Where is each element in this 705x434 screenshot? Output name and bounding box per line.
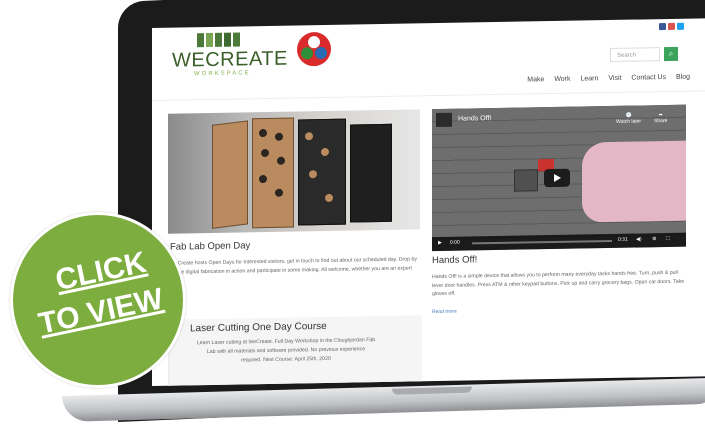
course-text: Learn Laser cutting at WeCreate. Full Da…: [196, 337, 376, 364]
social-icons: [657, 18, 684, 35]
nav-learn[interactable]: Learn: [580, 75, 598, 82]
time-total: 0:31: [618, 236, 628, 243]
search-button[interactable]: ⌕: [664, 46, 678, 62]
course-card: Laser Cutting One Day Course Learn Laser…: [168, 315, 422, 387]
site-header: WECREATE WORKSPACE Search ⌕ Make Work Le…: [152, 18, 705, 101]
fablab-logo: [297, 32, 331, 67]
googleplus-icon[interactable]: [668, 22, 675, 30]
site-logo-subtitle: WORKSPACE: [194, 70, 251, 78]
video-controls: ▶ 0:00 0:31 ◀) ⚙ ⛶: [432, 232, 686, 252]
video-player[interactable]: Hands Off! 🕘 Watch later ➦ Share ▶ 0:00 0:…: [432, 104, 686, 252]
nav-visit[interactable]: Visit: [608, 75, 621, 82]
open-day-text: WeCreate hosts Open Days for Interested …: [170, 256, 417, 276]
hands-off-title[interactable]: Hands Off!: [432, 254, 477, 266]
share-icon[interactable]: ➦ Share: [654, 112, 667, 124]
hands-off-text: Hands Off! is a simple device that allow…: [432, 269, 685, 298]
video-progress-bar[interactable]: [472, 239, 612, 245]
video-device: [514, 169, 538, 192]
facebook-icon[interactable]: [659, 23, 666, 31]
search-input[interactable]: Search: [610, 47, 660, 63]
nav-blog[interactable]: Blog: [676, 74, 690, 81]
watch-later-icon[interactable]: 🕘 Watch later: [616, 112, 641, 125]
site-logo[interactable]: WECREATE: [172, 48, 288, 73]
settings-icon[interactable]: ⚙: [652, 236, 656, 242]
play-button[interactable]: [544, 168, 570, 188]
open-day-photo[interactable]: [168, 109, 420, 234]
website-screen: WECREATE WORKSPACE Search ⌕ Make Work Le…: [152, 18, 705, 387]
course-title[interactable]: Laser Cutting One Day Course: [190, 321, 327, 334]
click-to-view-button[interactable]: CLICK TO VIEW: [10, 212, 186, 388]
video-title[interactable]: Hands Off!: [458, 115, 491, 123]
twitter-icon[interactable]: [677, 22, 684, 30]
channel-avatar: [436, 112, 452, 128]
fullscreen-icon[interactable]: ⛶: [666, 236, 670, 242]
nav-make[interactable]: Make: [527, 76, 544, 83]
main-nav: Make Work Learn Visit Contact Us Blog: [519, 74, 690, 84]
volume-icon[interactable]: ◀): [636, 236, 642, 242]
nav-work[interactable]: Work: [554, 76, 570, 83]
play-icon[interactable]: ▶: [438, 240, 442, 246]
video-hand: [582, 140, 686, 223]
nav-contact[interactable]: Contact Us: [631, 74, 666, 82]
time-current: 0:00: [450, 239, 460, 246]
laptop-notch: [391, 386, 473, 395]
read-more-link[interactable]: Read more: [432, 309, 457, 315]
